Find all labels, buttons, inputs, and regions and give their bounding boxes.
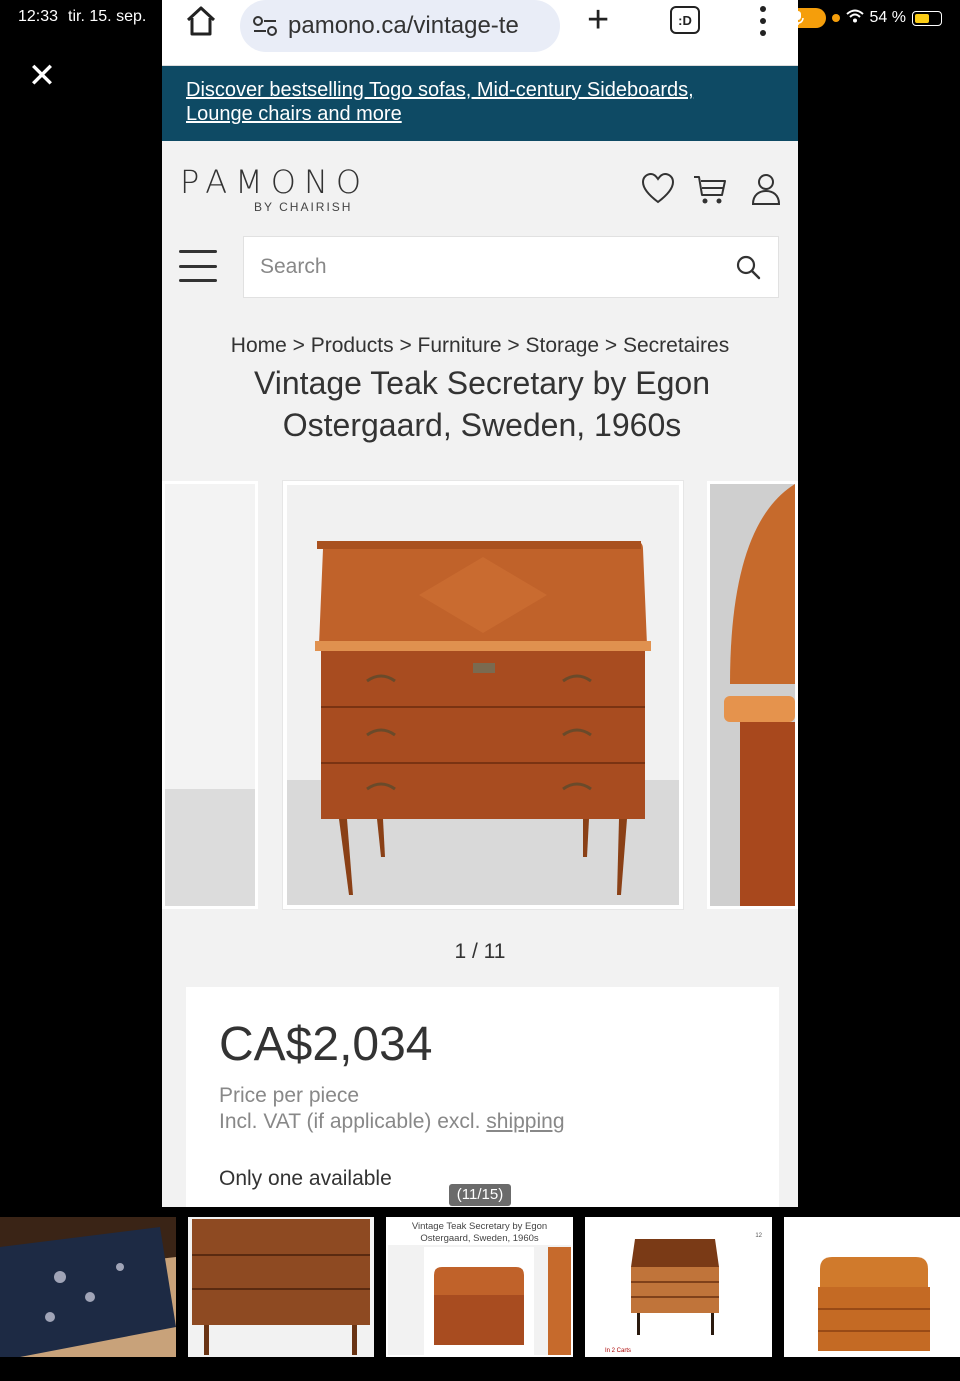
status-bar-left: 12:33 tir. 15. sep. — [18, 8, 146, 26]
url-text[interactable]: pamono.ca/vintage-te — [288, 12, 519, 40]
tabs-icon[interactable]: :D — [670, 6, 700, 34]
search-row — [162, 236, 798, 316]
availability-text: Only one available — [219, 1167, 392, 1190]
thumbnail-4-likes: 12 — [755, 1233, 762, 1239]
price-note: Price per piece Incl. VAT (if applicable… — [219, 1083, 565, 1135]
page-title: Vintage Teak Secretary by Egon Ostergaar… — [254, 365, 710, 443]
shipping-link[interactable]: shipping — [486, 1110, 564, 1133]
search-icon[interactable] — [734, 253, 762, 281]
breadcrumb[interactable]: Home > Products > Furniture > Storage > … — [162, 334, 798, 358]
thumbnail-3-title: Vintage Teak Secretary by Egon Ostergaar… — [411, 1221, 548, 1244]
cart-icon[interactable] — [692, 171, 728, 207]
site-header: PAMONO BY CHAIRISH — [162, 141, 798, 236]
address-bar[interactable]: pamono.ca/vintage-te — [240, 0, 560, 52]
wifi-icon — [845, 9, 864, 28]
site-settings-icon[interactable] — [252, 15, 278, 37]
image-counter: 1 / 11 — [454, 940, 506, 963]
vat-note: Incl. VAT (if applicable) excl. shipping — [219, 1109, 565, 1135]
thumbnail-3[interactable]: Vintage Teak Secretary by Egon Ostergaar… — [386, 1217, 573, 1357]
close-icon[interactable]: ✕ — [26, 59, 58, 93]
price-card: CA$2,034 Price per piece Incl. VAT (if a… — [186, 987, 779, 1207]
menu-icon[interactable] — [760, 6, 768, 36]
plus-icon[interactable]: + — [587, 1, 609, 39]
hamburger-icon[interactable] — [179, 250, 217, 282]
status-date: tir. 15. sep. — [68, 8, 147, 25]
promo-banner: Discover bestselling Togo sofas, Mid-cen… — [162, 66, 798, 141]
brand-sub: BY CHAIRISH — [254, 200, 353, 214]
carousel-main-image[interactable] — [283, 481, 683, 909]
brand-logo[interactable]: PAMONO — [180, 163, 369, 201]
thumbnail-1[interactable] — [0, 1217, 176, 1357]
product-price: CA$2,034 — [219, 1018, 433, 1071]
search-field[interactable] — [243, 236, 779, 298]
home-icon[interactable] — [184, 4, 218, 38]
browser-toolbar: pamono.ca/vintage-te + :D — [162, 0, 798, 66]
user-icon[interactable] — [748, 171, 784, 207]
thumbnail-4[interactable]: 12 In 2 Carts — [585, 1217, 772, 1357]
image-carousel[interactable] — [162, 481, 798, 909]
carousel-prev-image[interactable] — [162, 481, 258, 909]
thumbnail-4-carts: In 2 Carts — [605, 1348, 632, 1354]
search-input[interactable] — [260, 255, 720, 279]
product-photo — [287, 485, 679, 905]
promo-link-line1[interactable]: Discover bestselling Togo sofas, Mid-cen… — [186, 78, 774, 102]
browser-viewport: pamono.ca/vintage-te + :D Discover bests… — [162, 0, 798, 1207]
privacy-dot-icon — [831, 14, 840, 22]
heart-icon[interactable] — [640, 171, 676, 207]
battery-percent: 54 % — [869, 9, 906, 26]
viewer-page-counter: (11/15) — [449, 1184, 511, 1206]
battery-icon — [912, 10, 942, 26]
thumbnail-2[interactable] — [188, 1217, 374, 1357]
thumbnail-5[interactable] — [784, 1217, 960, 1357]
price-per-piece: Price per piece — [219, 1084, 360, 1107]
status-time: 12:33 — [18, 8, 59, 25]
vat-text: Incl. VAT (if applicable) excl. — [219, 1110, 481, 1133]
carousel-next-image[interactable] — [707, 481, 798, 909]
promo-link-line2[interactable]: Lounge chairs and more — [186, 102, 774, 126]
